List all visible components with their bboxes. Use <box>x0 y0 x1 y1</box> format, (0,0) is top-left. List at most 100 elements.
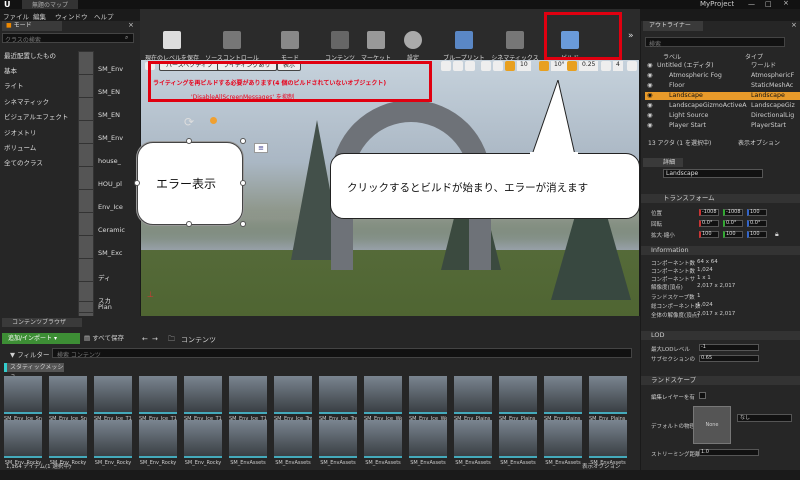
content-search-input[interactable]: 検索 コンテンツ <box>52 348 632 359</box>
menu-file[interactable]: ファイル <box>3 11 29 21</box>
maximize-icon[interactable]: □ <box>765 0 772 8</box>
table-row[interactable]: ◉ Floor StaticMeshAc <box>645 82 800 90</box>
asset-tile[interactable]: SM_EnvAssets <box>544 420 582 480</box>
asset-tile[interactable]: SM_Env_Rocky <box>4 420 42 480</box>
category-geometry[interactable]: ジオメトリ <box>0 128 74 139</box>
details-tab[interactable]: 詳細 <box>643 158 683 167</box>
table-row[interactable]: ◉ Light Source DirectionalLig <box>645 112 800 120</box>
category-cinematic[interactable]: シネマティック <box>0 97 74 108</box>
category-basic[interactable]: 基本 <box>0 66 74 77</box>
camera-speed-icon[interactable] <box>601 61 611 71</box>
grid-snap-value[interactable]: 10 <box>517 61 531 71</box>
asset-tile[interactable]: SM_Env_Rocky <box>49 420 87 480</box>
static-mesh-filter-chip[interactable]: スタティックメッシュ <box>4 363 64 380</box>
modes-close-icon[interactable]: × <box>128 21 134 29</box>
outliner-search-input[interactable]: 検索 <box>645 37 785 48</box>
map-tab[interactable]: 無題のマップ <box>22 0 79 9</box>
streaming-field[interactable]: 1.0 <box>699 449 759 456</box>
asset-tile[interactable]: SM_EnvAssets <box>454 420 492 480</box>
forward-arrow-icon[interactable]: → <box>152 335 158 343</box>
eye-icon[interactable]: ◉ <box>647 102 653 110</box>
location-y[interactable]: -1008 <box>723 209 743 216</box>
outliner-close-icon[interactable]: × <box>791 21 797 29</box>
category-recent[interactable]: 最近配置したもの <box>0 51 74 62</box>
asset-name: Ceramic <box>98 226 125 234</box>
back-arrow-icon[interactable]: ← <box>142 335 148 343</box>
filter-button[interactable]: ▼ フィルター <box>10 349 49 359</box>
scale-snap-value[interactable]: 0.25 <box>579 61 599 71</box>
modes-tab[interactable]: ■ モード <box>2 21 62 31</box>
col-label[interactable]: ラベル <box>663 52 681 61</box>
material-dropdown[interactable]: なし <box>737 414 792 422</box>
actor-name-field[interactable]: Landscape <box>663 169 763 178</box>
maximize-viewport-icon[interactable] <box>627 61 637 71</box>
callout-pointer <box>530 80 578 158</box>
asset-tile[interactable]: SM_EnvAssets <box>499 420 537 480</box>
asset-tile[interactable]: SM_EnvAssets <box>229 420 267 480</box>
category-all-classes[interactable]: 全てのクラス <box>0 158 74 169</box>
class-search-input[interactable]: クラスの検索 ⌕ <box>2 33 134 44</box>
rotation-y[interactable]: 0.0° <box>723 220 743 227</box>
scale-icon[interactable] <box>465 61 475 71</box>
scale-y[interactable]: 100 <box>723 231 743 238</box>
scale-x[interactable]: 100 <box>699 231 719 238</box>
asset-tile[interactable]: SM_EnvAssets <box>589 420 627 480</box>
scale-snap-icon[interactable] <box>567 61 577 71</box>
world-local-icon[interactable] <box>481 61 491 71</box>
translate-icon[interactable] <box>441 61 451 71</box>
eye-icon[interactable]: ◉ <box>647 82 653 90</box>
asset-tile[interactable]: SM_Env_Rocky <box>94 420 132 480</box>
category-visual-effects[interactable]: ビジュアルエフェクト <box>0 112 74 123</box>
menu-help[interactable]: ヘルプ <box>94 11 114 21</box>
table-row[interactable]: ◉ Player Start PlayerStart <box>645 122 800 130</box>
lod-subsection-field[interactable]: 0.65 <box>699 355 759 362</box>
location-x[interactable]: -1008 <box>699 209 719 216</box>
table-row[interactable]: ◉ Untitled (エディタ) ワールド <box>645 62 800 70</box>
scale-z[interactable]: 100 <box>747 231 767 238</box>
menu-window[interactable]: ウィンドウ <box>55 11 88 21</box>
rotation-z[interactable]: 0.0° <box>747 220 767 227</box>
eye-icon[interactable]: ◉ <box>647 62 653 70</box>
outliner-tab[interactable]: アウトライナー <box>643 21 703 31</box>
rotate-icon[interactable] <box>453 61 463 71</box>
asset-tile[interactable]: SM_EnvAssets <box>274 420 312 480</box>
minimize-icon[interactable]: — <box>748 0 755 8</box>
modes-tab-icon: ■ <box>6 22 12 29</box>
table-row[interactable]: ◉ Atmospheric Fog AtmosphericF <box>645 72 800 80</box>
save-all-button[interactable]: ▤ すべて保存 <box>84 333 136 344</box>
toolbar-expand-icon[interactable]: » <box>628 31 634 41</box>
rotation-x[interactable]: 0.0° <box>699 220 719 227</box>
category-volumes[interactable]: ボリューム <box>0 143 74 154</box>
content-path[interactable]: コンテンツ <box>181 335 216 345</box>
rotation-snap-value[interactable]: 10° <box>551 61 568 71</box>
table-row[interactable]: ◉ LandscapeGizmoActiveA LandscapeGiz <box>645 102 800 110</box>
asset-tile[interactable]: SM_Env_Rocky <box>184 420 222 480</box>
add-import-button[interactable]: 追加/インポート ▾ <box>2 333 80 344</box>
outliner-view-options[interactable]: 表示オプション <box>738 138 780 147</box>
close-icon[interactable]: × <box>783 0 789 7</box>
max-lod-field[interactable]: -1 <box>699 344 759 351</box>
table-row-selected[interactable]: ◉ Landscape Landscape <box>645 92 800 100</box>
category-lights[interactable]: ライト <box>0 81 74 92</box>
surface-snap-icon[interactable] <box>493 61 503 71</box>
eye-icon[interactable]: ◉ <box>647 72 653 80</box>
asset-tile[interactable]: SM_EnvAssets <box>409 420 447 480</box>
content-browser-tab[interactable]: コンテンツブラウザ <box>2 318 82 327</box>
camera-speed-value[interactable]: 4 <box>613 61 623 71</box>
lock-icon[interactable]: 🔒︎ <box>775 230 779 239</box>
location-z[interactable]: 100 <box>747 209 767 216</box>
asset-tile[interactable]: SM_EnvAssets <box>319 420 357 480</box>
asset-name: SM_Env <box>98 65 124 73</box>
eye-icon[interactable]: ◉ <box>647 122 653 130</box>
eye-icon[interactable]: ◉ <box>647 92 653 100</box>
grid-snap-icon[interactable] <box>505 61 515 71</box>
asset-tile[interactable]: SM_Env_Rocky <box>139 420 177 480</box>
menu-edit[interactable]: 編集 <box>33 11 46 21</box>
asset-tile[interactable]: SM_EnvAssets <box>364 420 402 480</box>
rotation-snap-icon[interactable] <box>539 61 549 71</box>
eye-icon[interactable]: ◉ <box>647 112 653 120</box>
material-thumbnail[interactable]: None <box>693 406 731 444</box>
edit-layer-checkbox[interactable] <box>699 392 706 399</box>
col-type[interactable]: タイプ <box>745 52 763 61</box>
list-item[interactable]: Plan <box>78 301 128 315</box>
